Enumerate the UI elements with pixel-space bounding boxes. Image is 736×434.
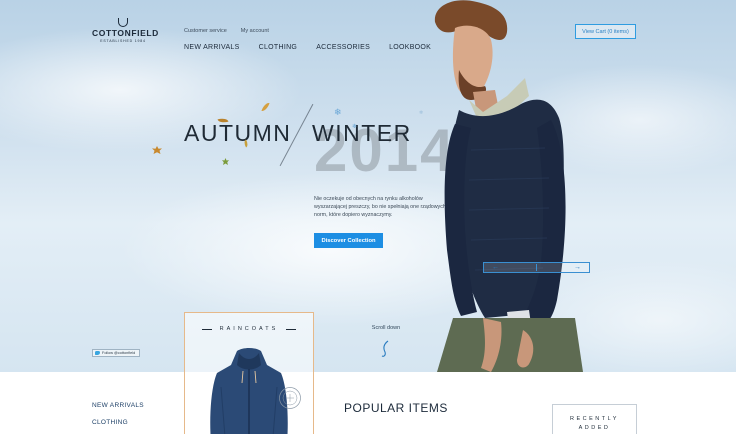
stamp-icon [279, 387, 301, 409]
model-photo [434, 0, 583, 372]
category-clothing[interactable]: CLOTHING [92, 419, 144, 426]
brand-tagline: ESTABLISHED 1984 [100, 39, 146, 43]
raincoats-card[interactable]: RAINCOATS [184, 312, 314, 434]
twitter-follow-label: Follow @cottonfield [102, 351, 136, 355]
twitter-bird-icon [95, 351, 100, 355]
discover-collection-button[interactable]: Discover Collection [314, 233, 383, 248]
title-rule [286, 328, 297, 330]
brand-name: COTTONFIELD [92, 28, 159, 38]
recently-added-box[interactable]: RECENTLY ADDED [552, 404, 637, 434]
title-rule [201, 328, 212, 330]
crest-icon [118, 18, 128, 27]
category-menu: NEW ARRIVALS CLOTHING [92, 402, 144, 434]
raincoats-card-header: RAINCOATS [185, 326, 313, 332]
recently-added-line2: ADDED [578, 425, 611, 431]
nav-new-arrivals[interactable]: NEW ARRIVALS [184, 44, 240, 51]
scroll-down-link[interactable]: Scroll down [357, 325, 415, 358]
hero-slider-controls: ← → [483, 262, 590, 273]
brand-logo[interactable]: COTTONFIELD ESTABLISHED 1984 [92, 18, 159, 43]
slider-divider [536, 264, 537, 271]
main-nav: NEW ARRIVALS CLOTHING ACCESSORIES LOOKBO… [184, 44, 431, 51]
popular-items-heading: POPULAR ITEMS [344, 401, 448, 415]
category-new-arrivals[interactable]: NEW ARRIVALS [92, 402, 144, 409]
raincoats-card-title: RAINCOATS [219, 326, 279, 332]
lower-section: NEW ARRIVALS CLOTHING POPULAR ITEMS RECE… [0, 372, 736, 434]
arrow-right-icon[interactable]: → [574, 264, 581, 271]
hero-title-winter: WINTER [312, 120, 412, 146]
my-account-link[interactable]: My account [241, 28, 269, 34]
leaf-icon [222, 158, 229, 165]
scroll-down-label: Scroll down [371, 325, 401, 331]
twitter-follow-button[interactable]: Follow @cottonfield [92, 349, 140, 357]
leaf-icon [261, 101, 270, 113]
snowflake-icon: ❄ [352, 124, 358, 130]
nav-clothing[interactable]: CLOTHING [259, 44, 298, 51]
hero-banner: COTTONFIELD ESTABLISHED 1984 Customer se… [0, 0, 736, 372]
leaf-icon [152, 146, 162, 154]
customer-service-link[interactable]: Customer service [184, 28, 227, 34]
raincoat-image [210, 348, 288, 434]
snowflake-icon: ❄ [334, 107, 342, 117]
scroll-hook-icon [381, 340, 389, 357]
nav-accessories[interactable]: ACCESSORIES [316, 44, 370, 51]
snowflake-icon: ❄ [419, 110, 424, 116]
utility-nav: Customer service My account [184, 28, 269, 34]
recently-added-line1: RECENTLY [570, 416, 619, 422]
arrow-left-icon[interactable]: ← [492, 264, 499, 271]
hero-title-autumn: AUTUMN [184, 120, 292, 146]
